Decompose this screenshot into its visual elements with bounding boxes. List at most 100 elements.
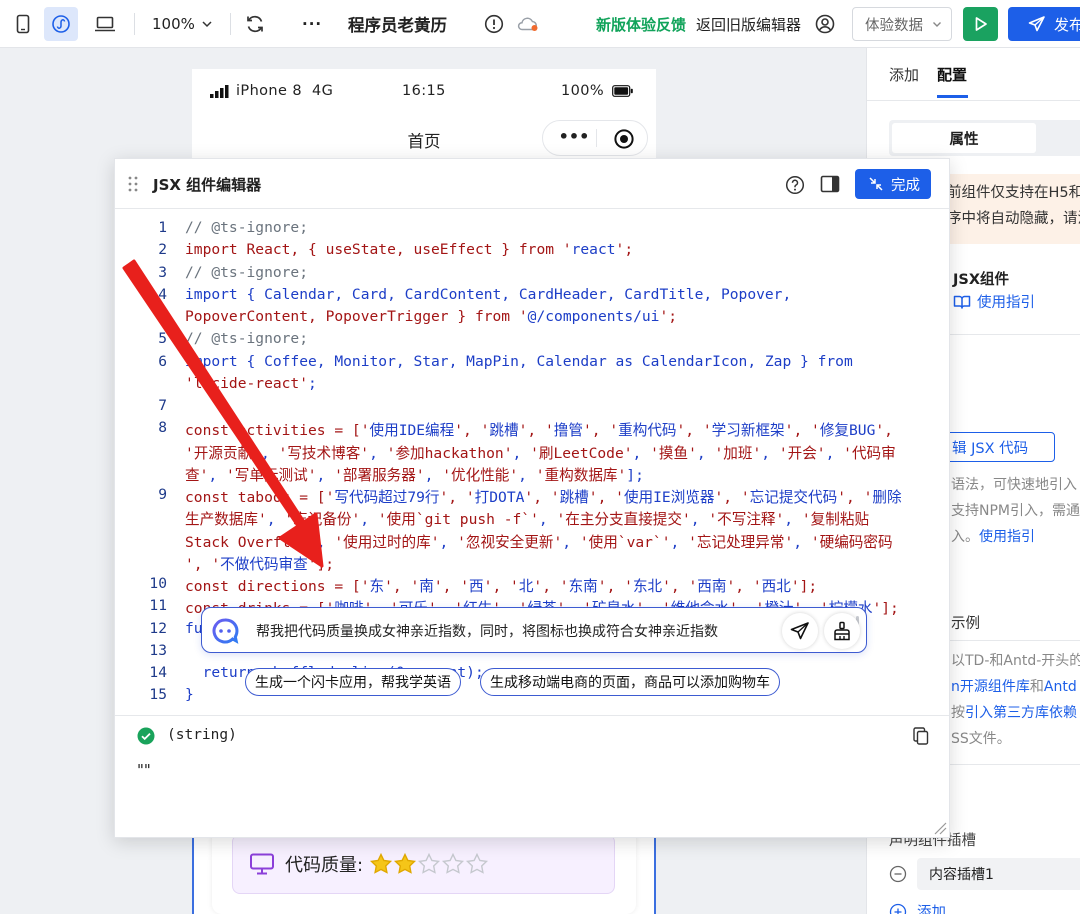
guide-link[interactable]: 使用指引	[953, 291, 1035, 312]
warning-line: 前组件仅支持在H5和	[947, 185, 1080, 201]
jsx-description: 语法，可快速地引入 支持NPM引入，需通 入。使用指引	[951, 472, 1080, 550]
ai-prompt-bar: 帮我把代码质量换成女神亲近指数，同时，将图标也换成符合女神亲近指数	[201, 607, 867, 653]
feedback-link[interactable]: 新版体验反馈	[596, 0, 686, 48]
example-description: 以TD-和Antd-开头的 n开源组件库和Antd 按引入第三方库依赖 SS文件…	[951, 648, 1080, 752]
help-icon[interactable]	[785, 175, 805, 195]
resize-handle-icon[interactable]	[933, 821, 947, 835]
code-line: import React, { useState, useEffect } fr…	[185, 241, 634, 259]
star-empty-icon	[442, 852, 465, 874]
line-number: 2	[158, 241, 167, 259]
example-link[interactable]: Antd	[1044, 679, 1077, 695]
play-icon	[975, 17, 987, 31]
signal-icon	[210, 84, 229, 98]
add-slot-label: 添加	[917, 905, 946, 914]
monitor-icon	[250, 853, 274, 875]
zoom-value: 100%	[152, 15, 195, 33]
star-filled-icon	[394, 852, 417, 874]
publish-button[interactable]: 发布	[1008, 7, 1080, 41]
description-guide-link[interactable]: 使用指引	[979, 529, 1035, 545]
description-line: 入。使用指引	[951, 524, 1080, 550]
description-line: 支持NPM引入，需通	[951, 503, 1080, 519]
run-button[interactable]	[963, 7, 998, 41]
modal-title: JSX 组件编辑器	[153, 176, 262, 194]
battery-percent: 100%	[561, 83, 605, 99]
star-empty-icon	[418, 852, 441, 874]
code-quality-label: 代码质量:	[285, 855, 364, 876]
description-line: 语法，可快速地引入	[951, 477, 1077, 493]
status-bar-battery: 100%	[561, 83, 634, 99]
line-number: 13	[149, 641, 167, 659]
refresh-button[interactable]	[244, 0, 266, 48]
add-slot-button[interactable]: 添加	[889, 901, 946, 914]
send-icon	[790, 622, 809, 640]
copy-icon[interactable]	[913, 727, 929, 745]
app-title: 程序员老黄历	[348, 16, 447, 35]
publish-label: 发布	[1054, 15, 1080, 34]
info-button[interactable]	[484, 0, 504, 48]
suggestion-chip[interactable]: 生成一个闪卡应用，帮我学英语	[245, 668, 461, 696]
plus-circle-icon	[889, 903, 907, 914]
broom-icon	[834, 621, 850, 641]
line-number: 15	[149, 686, 167, 704]
chevron-down-icon	[202, 21, 212, 28]
send-prompt-button[interactable]	[782, 613, 818, 649]
tab-active-indicator	[937, 95, 968, 98]
done-button[interactable]: 完成	[855, 169, 931, 199]
warning-line: 序中将自动隐藏，请注	[947, 211, 1080, 227]
capsule-close-icon[interactable]	[613, 128, 635, 150]
user-avatar-button[interactable]	[814, 0, 836, 48]
tab-add[interactable]: 添加	[889, 64, 919, 85]
status-bar-signal: iPhone 8 4G	[210, 83, 333, 99]
laptop-icon	[88, 7, 122, 41]
star-empty-icon	[466, 852, 489, 874]
capsule-menu: •••	[542, 120, 648, 156]
refresh-icon	[247, 15, 263, 33]
line-number: 1	[158, 219, 167, 236]
capsule-more-button[interactable]: •••	[553, 127, 595, 146]
example-line: n开源组件库和Antd	[951, 674, 1080, 700]
toolbar-divider	[230, 13, 231, 35]
tab-config[interactable]: 配置	[937, 64, 967, 85]
chevron-down-icon	[933, 22, 941, 27]
star-rating	[369, 852, 489, 876]
book-icon	[953, 295, 971, 309]
example-section-title: 示例	[951, 616, 980, 632]
return-old-editor-link[interactable]: 返回旧版编辑器	[696, 0, 801, 48]
example-link[interactable]: n开源组件库	[951, 679, 1030, 695]
red-arrow-annotation	[122, 259, 324, 568]
line-number: 11	[149, 597, 167, 615]
example-line: 以TD-和Antd-开头的	[951, 653, 1080, 669]
battery-icon	[612, 85, 633, 97]
more-menu-button[interactable]: ···	[302, 0, 322, 48]
slot-name-input[interactable]: 内容插槽1	[917, 858, 1080, 890]
example-text: 和	[1029, 679, 1044, 695]
experience-data-label: 体验数据	[865, 17, 923, 34]
clear-prompt-button[interactable]	[824, 613, 860, 649]
component-name: JSX组件	[953, 272, 1010, 288]
suggestion-chip[interactable]: 生成移动端电商的页面，商品可以添加购物车	[480, 668, 780, 696]
top-toolbar: 100% ··· 程序员老黄历 新版体验反馈 返回旧版编辑器 体验数据 发布	[0, 0, 1080, 48]
miniprogram-preview-button[interactable]	[44, 0, 78, 48]
remove-slot-icon[interactable]	[889, 865, 907, 883]
toggle-panel-icon[interactable]	[820, 175, 840, 193]
code-line: // @ts-ignore;	[185, 219, 309, 236]
zoom-select[interactable]: 100%	[152, 0, 214, 48]
segment-attributes[interactable]: 属性	[892, 123, 1036, 153]
code-quality-row: 代码质量:	[232, 834, 615, 894]
guide-link-label: 使用指引	[977, 295, 1035, 311]
tabs-divider	[867, 100, 1080, 101]
example-link[interactable]: 引入第三方库依赖	[965, 705, 1077, 721]
code-line: const directions = ['东', '南', '西', '北', …	[185, 578, 818, 595]
carrier-label: iPhone 8 4G	[236, 83, 334, 99]
ai-assistant-icon	[212, 618, 239, 644]
experience-data-select[interactable]: 体验数据	[852, 7, 952, 41]
info-icon	[484, 14, 504, 34]
cloud-sync-status	[516, 0, 540, 48]
ai-prompt-input[interactable]: 帮我把代码质量换成女神亲近指数，同时，将图标也换成符合女神亲近指数	[256, 621, 761, 641]
status-bar-time: 16:15	[402, 83, 446, 99]
desktop-preview-button[interactable]	[88, 0, 122, 48]
drag-handle-icon[interactable]	[127, 175, 139, 193]
example-line: 按引入第三方库依赖	[951, 700, 1080, 726]
mobile-preview-button[interactable]	[6, 0, 40, 48]
description-text: 入。	[951, 529, 979, 545]
